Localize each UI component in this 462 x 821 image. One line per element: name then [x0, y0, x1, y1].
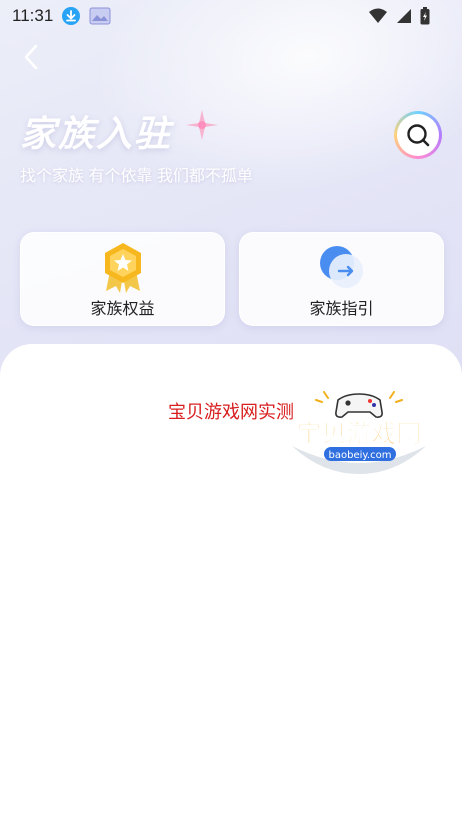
sparkle-icon [186, 110, 218, 140]
medal-icon [96, 241, 150, 300]
image-icon [89, 7, 111, 25]
wifi-icon [368, 8, 388, 29]
status-time: 11:31 [12, 6, 54, 25]
back-button[interactable] [18, 42, 44, 72]
status-bar: 11:31 [0, 0, 462, 32]
download-icon [61, 6, 81, 26]
guide-arrow-icon [315, 241, 369, 300]
family-guide-label: 家族指引 [309, 301, 374, 318]
gamepad-icon [335, 393, 383, 418]
family-guide-card[interactable]: 家族指引 [239, 232, 444, 326]
chevron-left-icon [24, 44, 38, 70]
search-button[interactable] [394, 111, 442, 159]
page-subtitle: 找个家族 有个依靠 我们都不孤单 [20, 168, 253, 185]
search-icon [407, 124, 430, 147]
logo-text: 宝贝游戏网 [296, 419, 421, 448]
signal-icon [396, 8, 412, 29]
family-benefits-card[interactable]: 家族权益 [20, 232, 225, 326]
logo-url: baobeiy.com [329, 450, 392, 461]
battery-icon [420, 7, 430, 30]
family-benefits-label: 家族权益 [90, 301, 155, 318]
page-title: 家族入驻 [20, 113, 173, 154]
site-logo: 宝贝游戏网 baobeiy.com [292, 391, 426, 474]
